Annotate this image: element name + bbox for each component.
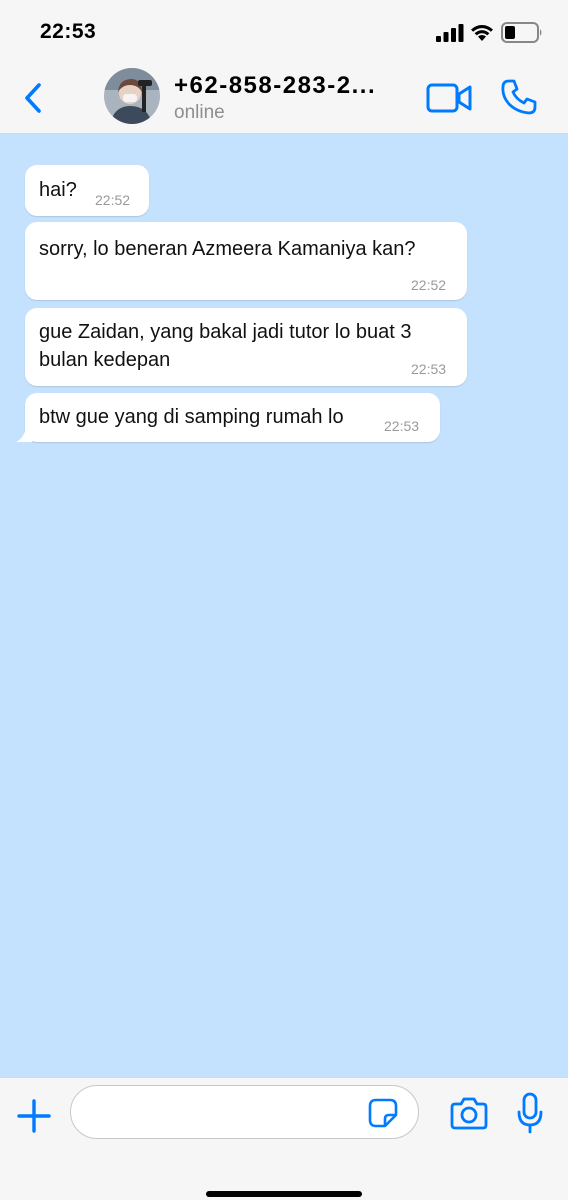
message-text: sorry, lo beneran Azmeera Kamaniya kan? [39, 238, 416, 260]
battery-icon [501, 22, 542, 43]
attach-plus-button[interactable] [16, 1098, 52, 1134]
cellular-signal-icon [436, 24, 464, 42]
message-bubble[interactable]: gue Zaidan, yang bakal jadi tutor lo bua… [25, 308, 467, 386]
message-time: 22:53 [384, 418, 420, 434]
message-bubble[interactable]: hai? 22:52 [25, 165, 149, 216]
message-input[interactable] [70, 1085, 419, 1139]
status-time: 22:53 [40, 20, 97, 43]
bubble-tail [16, 428, 32, 442]
chat-header: +62-858-283-2... online [0, 62, 568, 134]
camera-button[interactable] [450, 1096, 488, 1130]
video-call-button[interactable] [426, 82, 472, 114]
message-time: 22:52 [411, 277, 447, 293]
contact-status: online [174, 102, 225, 123]
wifi-icon [471, 25, 493, 41]
sticker-button[interactable] [368, 1098, 398, 1128]
voice-call-button[interactable] [500, 78, 538, 116]
message-text: btw gue yang di samping rumah lo [39, 406, 344, 428]
contact-avatar[interactable] [104, 68, 160, 124]
home-indicator [206, 1191, 362, 1197]
message-time: 22:52 [95, 192, 131, 208]
message-time: 22:53 [411, 361, 447, 377]
back-button[interactable] [20, 80, 48, 116]
message-text-line: bulan kedepan [39, 349, 171, 371]
message-bubble[interactable]: sorry, lo beneran Azmeera Kamaniya kan? … [25, 222, 467, 300]
microphone-button[interactable] [516, 1092, 544, 1134]
chat-message-area[interactable]: hai? 22:52 sorry, lo beneran Azmeera Kam… [0, 134, 568, 1077]
chat-screen: 22:53 +62-858-283-2... online hai? 22:52… [0, 0, 568, 1200]
message-text: hai? [39, 179, 77, 201]
message-bubble[interactable]: btw gue yang di samping rumah lo 22:53 [16, 393, 440, 442]
message-input-bar [0, 1077, 568, 1200]
contact-name[interactable]: +62-858-283-2... [174, 72, 404, 100]
status-bar: 22:53 [0, 0, 568, 62]
message-text-line: gue Zaidan, yang bakal jadi tutor lo bua… [39, 321, 412, 343]
